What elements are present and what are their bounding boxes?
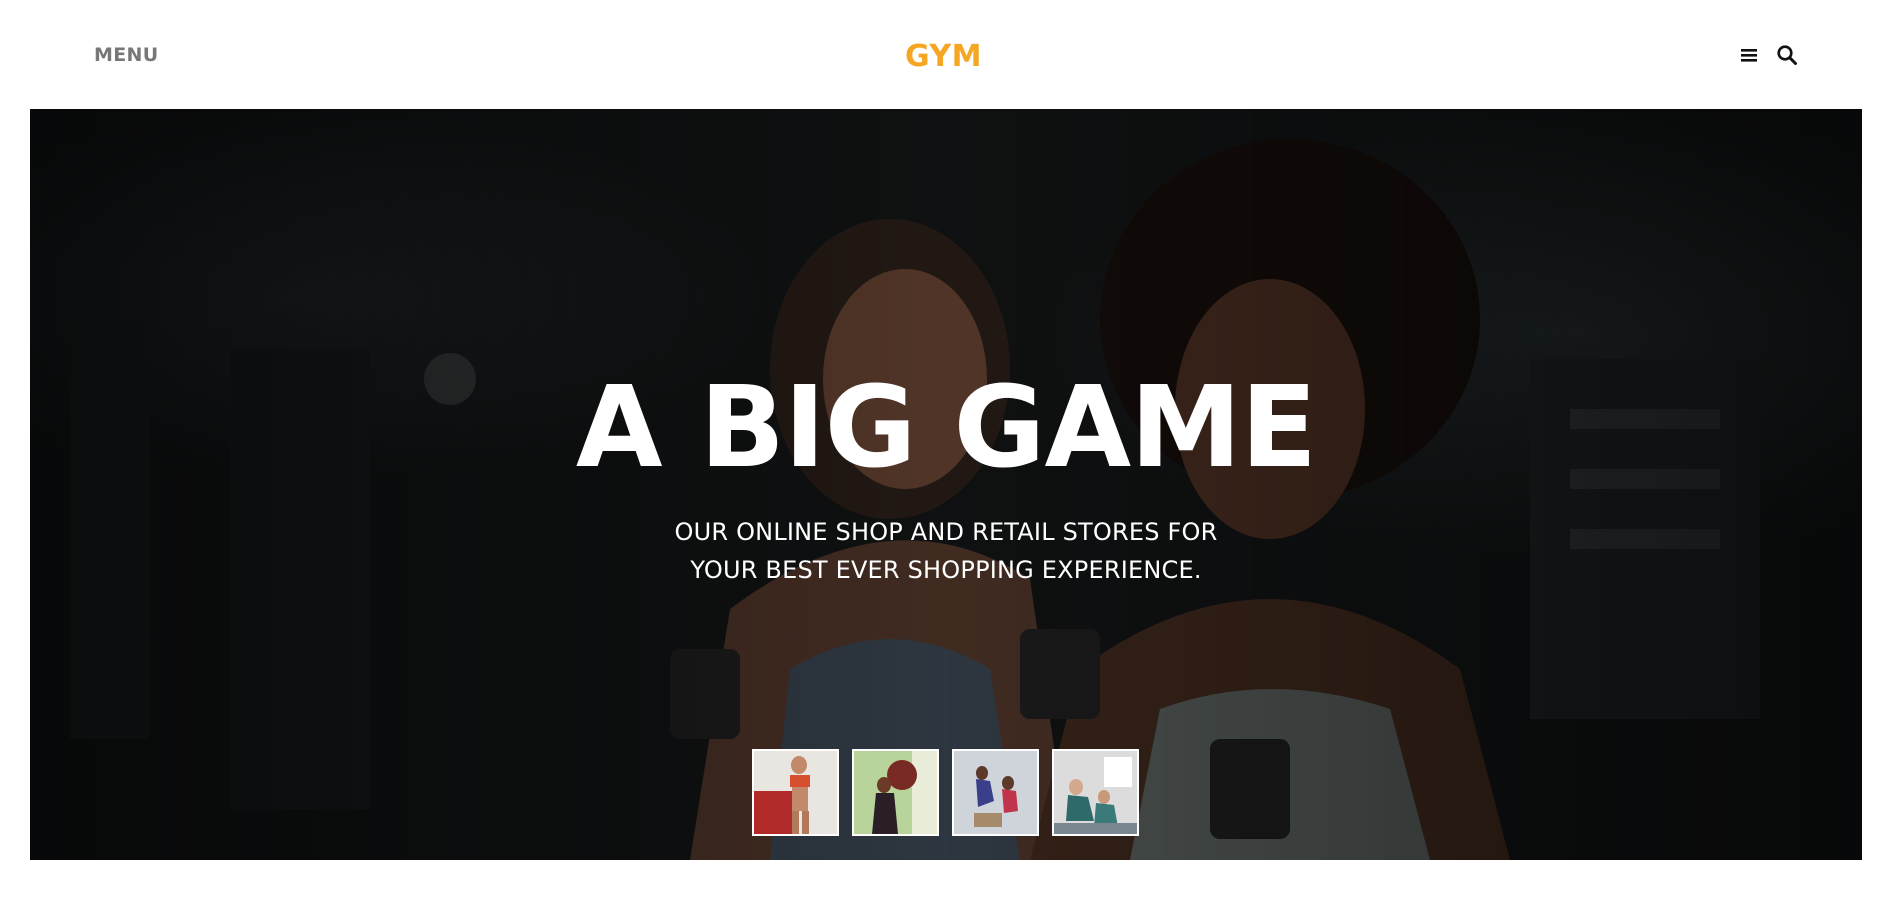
hero-banner: A BIG GAME OUR ONLINE SHOP AND RETAIL ST… bbox=[30, 109, 1862, 860]
hero-subtitle-line-1: OUR ONLINE SHOP AND RETAIL STORES FOR bbox=[674, 518, 1218, 546]
site-header: MENU GYM bbox=[0, 0, 1887, 110]
slider-thumbnails bbox=[752, 749, 1139, 836]
slide-thumbnail-4[interactable] bbox=[1052, 749, 1139, 836]
search-icon[interactable] bbox=[1776, 44, 1798, 66]
hamburger-icon[interactable] bbox=[1738, 44, 1760, 66]
logo[interactable]: GYM bbox=[0, 39, 1887, 74]
header-actions bbox=[1738, 44, 1798, 66]
slide-thumbnail-3[interactable] bbox=[952, 749, 1039, 836]
slide-thumbnail-2[interactable] bbox=[852, 749, 939, 836]
hero-subtitle-line-2: YOUR BEST EVER SHOPPING EXPERIENCE. bbox=[690, 556, 1202, 584]
hero-subtitle: OUR ONLINE SHOP AND RETAIL STORES FOR YO… bbox=[30, 513, 1862, 589]
hero-title: A BIG GAME bbox=[575, 363, 1317, 493]
slide-thumbnail-1[interactable] bbox=[752, 749, 839, 836]
